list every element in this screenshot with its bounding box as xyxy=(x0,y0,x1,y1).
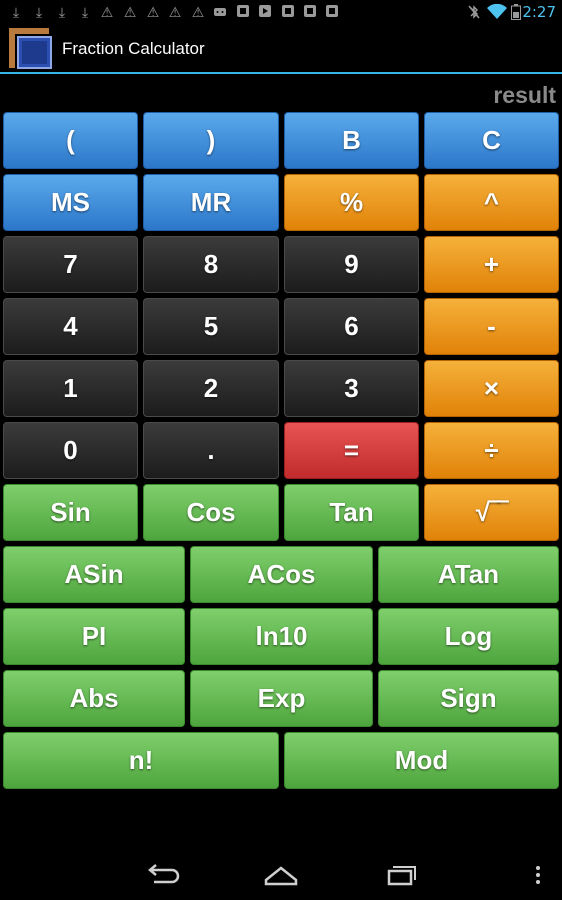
sin-button[interactable]: Sin xyxy=(3,484,138,541)
digit-4-button[interactable]: 4 xyxy=(3,298,138,355)
exp-button[interactable]: Exp xyxy=(190,670,373,727)
download-icon: ⤓ xyxy=(35,4,43,20)
digit-8-button[interactable]: 8 xyxy=(143,236,279,293)
recent-apps-icon[interactable] xyxy=(381,860,421,890)
decimal-point-button[interactable]: . xyxy=(143,422,279,479)
pi-button[interactable]: PI xyxy=(3,608,185,665)
open-paren-button[interactable]: ( xyxy=(3,112,138,169)
media-icon xyxy=(280,4,296,20)
warning-icon: ⚠ xyxy=(168,4,182,20)
atan-button[interactable]: ATan xyxy=(378,546,559,603)
cos-button[interactable]: Cos xyxy=(143,484,279,541)
menu-overflow-icon[interactable] xyxy=(530,860,546,890)
digit-3-button[interactable]: 3 xyxy=(284,360,419,417)
factorial-button[interactable]: n! xyxy=(3,732,279,789)
android-icon xyxy=(212,4,228,20)
home-icon[interactable] xyxy=(261,860,301,890)
asin-button[interactable]: ASin xyxy=(3,546,185,603)
digit-6-button[interactable]: 6 xyxy=(284,298,419,355)
digit-5-button[interactable]: 5 xyxy=(143,298,279,355)
play-icon xyxy=(257,4,273,20)
result-display: result xyxy=(493,82,556,108)
download-icon: ⤓ xyxy=(58,4,66,20)
divide-button[interactable]: ÷ xyxy=(424,422,559,479)
battery-icon xyxy=(510,4,522,20)
power-button[interactable]: ^ xyxy=(424,174,559,231)
multiply-button[interactable]: × xyxy=(424,360,559,417)
backspace-button[interactable]: B xyxy=(284,112,419,169)
wifi-icon xyxy=(487,3,507,20)
warning-icon: ⚠ xyxy=(146,4,160,20)
status-bar: ⤓ ⤓ ⤓ ⤓ ⚠ ⚠ ⚠ ⚠ ⚠ 2:27 xyxy=(0,0,562,24)
percent-button[interactable]: % xyxy=(284,174,419,231)
minus-button[interactable]: - xyxy=(424,298,559,355)
clear-button[interactable]: C xyxy=(424,112,559,169)
sqrt-button[interactable]: √‾‾ xyxy=(424,484,559,541)
sign-button[interactable]: Sign xyxy=(378,670,559,727)
plus-button[interactable]: + xyxy=(424,236,559,293)
ln10-button[interactable]: ln10 xyxy=(190,608,373,665)
warning-icon: ⚠ xyxy=(191,4,205,20)
memory-store-button[interactable]: MS xyxy=(3,174,138,231)
abs-button[interactable]: Abs xyxy=(3,670,185,727)
digit-1-button[interactable]: 1 xyxy=(3,360,138,417)
navigation-bar xyxy=(0,850,562,900)
app-icon xyxy=(9,28,53,70)
download-icon: ⤓ xyxy=(81,4,89,20)
close-paren-button[interactable]: ) xyxy=(143,112,279,169)
download-icon: ⤓ xyxy=(12,4,20,20)
warning-icon: ⚠ xyxy=(100,4,114,20)
acos-button[interactable]: ACos xyxy=(190,546,373,603)
bluetooth-off-icon xyxy=(466,4,482,20)
media-icon xyxy=(235,4,251,20)
warning-icon: ⚠ xyxy=(123,4,137,20)
log-button[interactable]: Log xyxy=(378,608,559,665)
mod-button[interactable]: Mod xyxy=(284,732,559,789)
digit-0-button[interactable]: 0 xyxy=(3,422,138,479)
status-time: 2:27 xyxy=(522,3,556,21)
tan-button[interactable]: Tan xyxy=(284,484,419,541)
digit-9-button[interactable]: 9 xyxy=(284,236,419,293)
digit-2-button[interactable]: 2 xyxy=(143,360,279,417)
memory-recall-button[interactable]: MR xyxy=(143,174,279,231)
back-icon[interactable] xyxy=(142,860,182,890)
action-bar: Fraction Calculator xyxy=(0,24,562,74)
equals-button[interactable]: = xyxy=(284,422,419,479)
digit-7-button[interactable]: 7 xyxy=(3,236,138,293)
app-title: Fraction Calculator xyxy=(62,39,205,58)
media-icon xyxy=(302,4,318,20)
media-icon xyxy=(324,4,340,20)
